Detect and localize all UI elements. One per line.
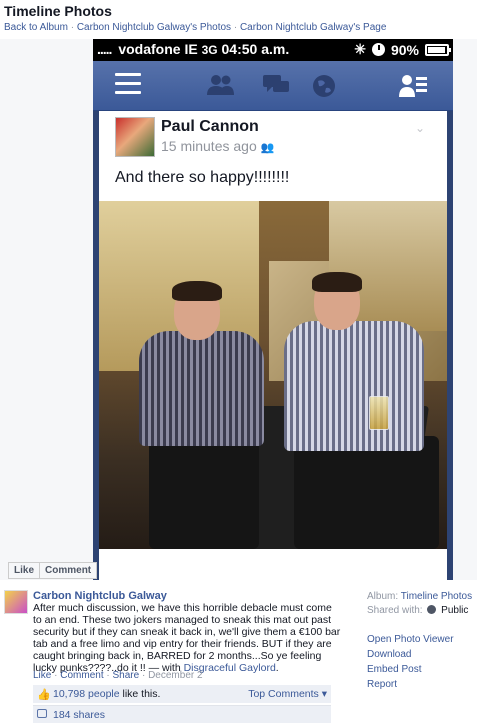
mobile-post-card: Paul Cannon 15 minutes ago 👥 ⌄ And there… — [99, 111, 447, 580]
album-label: Album: — [367, 591, 399, 602]
post-date: December 2 — [148, 670, 203, 681]
share-icon — [37, 709, 47, 718]
shared-label: Shared with: — [367, 605, 423, 616]
like-link[interactable]: Like — [33, 670, 51, 681]
photo-comment-button[interactable]: Comment — [40, 563, 96, 578]
post-actions: Like · Comment · Share · December 2 — [33, 670, 203, 681]
page-avatar[interactable] — [4, 590, 28, 614]
shares-count[interactable]: 184 shares — [53, 709, 105, 721]
download-link[interactable]: Download — [367, 649, 411, 660]
friends-people-icon: 👥 — [260, 142, 275, 154]
carrier-name: vodafone IE — [118, 41, 198, 57]
page-title: Timeline Photos — [4, 3, 112, 19]
breadcrumb-page[interactable]: Carbon Nightclub Galway's Page — [240, 22, 386, 33]
activity-spinner-icon: ✳ — [354, 41, 366, 57]
likes-count[interactable]: 10,798 — [53, 688, 85, 700]
poster-name[interactable]: Carbon Nightclub Galway — [33, 590, 167, 602]
messages-icon — [263, 75, 289, 92]
author-avatar — [115, 117, 155, 157]
shares-summary: 184 shares — [33, 705, 331, 723]
phone-screenshot: ..... vodafone IE 3G 04:50 a.m. ✳ 90% Pa… — [93, 39, 453, 580]
likes-summary: 👍 10,798 people like this. Top Comments … — [33, 685, 331, 703]
status-time: 04:50 a.m. — [221, 41, 290, 57]
embed-post-link[interactable]: Embed Post — [367, 664, 421, 675]
network-type: 3G — [201, 43, 218, 57]
photo-sidebar: Album: Timeline Photos Shared with: Publ… — [367, 590, 472, 692]
globe-icon — [313, 75, 335, 97]
tagged-suffix: . — [275, 662, 279, 674]
breadcrumb-separator: · — [233, 22, 238, 33]
post-photo: carbo — [99, 201, 447, 549]
friend-list-icon — [399, 75, 427, 97]
person-right — [269, 272, 439, 549]
battery-icon — [425, 43, 451, 56]
album-row: Album: Timeline Photos — [367, 590, 472, 604]
photo-like-comment-bar: Like Comment — [8, 562, 98, 579]
photo-like-button[interactable]: Like — [9, 563, 41, 578]
alarm-clock-icon — [371, 43, 385, 56]
beer-glass — [369, 396, 389, 430]
public-globe-icon — [427, 605, 437, 614]
post-body: After much discussion, we have this horr… — [33, 602, 343, 674]
likes-text: 10,798 people like this. — [53, 688, 160, 700]
breadcrumb-separator: · — [70, 22, 75, 33]
comment-link[interactable]: Comment — [60, 670, 103, 681]
thumbs-up-icon: 👍 — [37, 689, 51, 701]
post-time-text: 15 minutes ago — [161, 138, 257, 154]
post-author: Paul Cannon — [161, 118, 259, 135]
facebook-app-navbar — [93, 61, 453, 111]
post-text: And there so happy!!!!!!!! — [115, 169, 290, 186]
likes-people-link[interactable]: people — [88, 688, 120, 700]
breadcrumb-back-to-album[interactable]: Back to Album — [4, 22, 68, 33]
chevron-down-icon: ⌄ — [414, 121, 425, 135]
signal-icon: ..... — [97, 41, 112, 57]
post-time: 15 minutes ago 👥 — [161, 138, 274, 154]
breadcrumb: Back to Album · Carbon Nightclub Galway'… — [4, 22, 386, 33]
top-comments-dropdown[interactable]: Top Comments ▾ — [248, 688, 327, 700]
photo-stage[interactable]: ..... vodafone IE 3G 04:50 a.m. ✳ 90% Pa… — [0, 39, 477, 580]
mobile-card-actions — [99, 565, 447, 580]
person-left — [139, 281, 269, 549]
shared-value: Public — [441, 605, 469, 616]
album-link[interactable]: Timeline Photos — [401, 591, 472, 602]
phone-status-bar: ..... vodafone IE 3G 04:50 a.m. ✳ 90% — [93, 39, 453, 61]
shared-row: Shared with: Public — [367, 604, 472, 618]
likes-suffix: like this. — [122, 688, 161, 700]
share-link[interactable]: Share — [113, 670, 140, 681]
menu-icon — [115, 73, 141, 95]
report-link[interactable]: Report — [367, 679, 397, 690]
friends-icon — [207, 75, 234, 95]
open-photo-viewer-link[interactable]: Open Photo Viewer — [367, 634, 454, 645]
breadcrumb-photos[interactable]: Carbon Nightclub Galway's Photos — [77, 22, 231, 33]
battery-percent: 90% — [390, 41, 419, 58]
